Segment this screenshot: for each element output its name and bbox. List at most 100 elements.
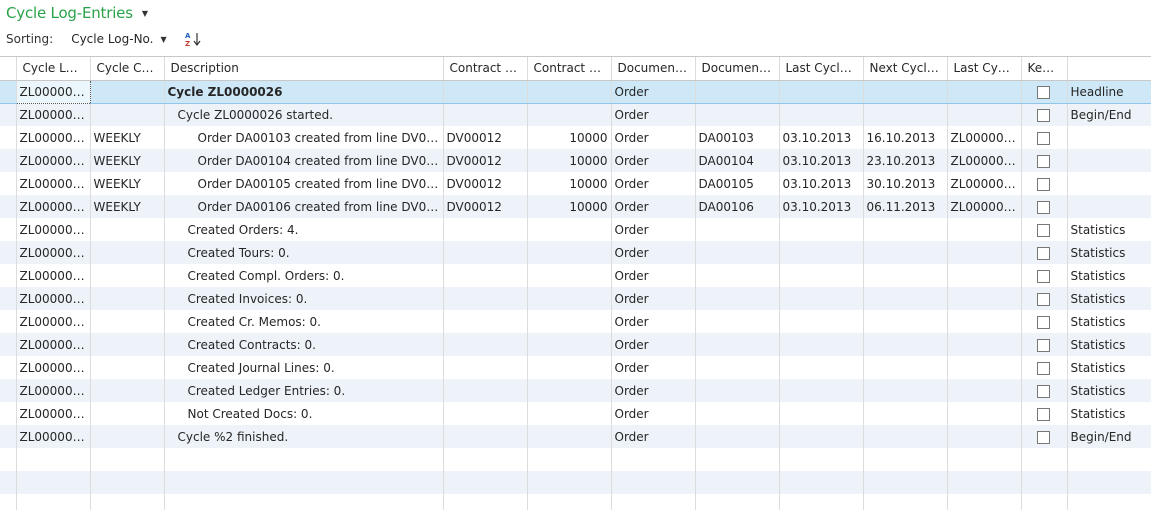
row-selector[interactable] [0, 195, 17, 218]
empty-cell [90, 494, 165, 510]
cell-entry-type [1067, 126, 1151, 149]
column-header-document-no[interactable]: Document ... [695, 57, 780, 81]
table-row[interactable]: ZL0000026 Cycle ZL0000026 started. Order Be… [0, 103, 1151, 126]
column-header-description[interactable]: Description [164, 57, 444, 81]
empty-cell [0, 448, 17, 471]
cell-next-cycle-date [863, 356, 948, 379]
column-header-keep[interactable]: Kee... [1021, 57, 1068, 81]
keep-checkbox[interactable] [1036, 154, 1050, 168]
column-header-document-type[interactable]: Document ... [611, 57, 696, 81]
cell-contract-no: DV00012 [443, 172, 528, 195]
keep-checkbox[interactable] [1036, 384, 1050, 398]
table-row[interactable]: ZL0000026 Created Contracts: 0. Order Stati… [0, 333, 1151, 356]
table-row[interactable]: ZL0000026 Created Journal Lines: 0. Order S… [0, 356, 1151, 379]
row-selector[interactable] [0, 126, 17, 149]
keep-checkbox[interactable] [1036, 292, 1050, 306]
table-row[interactable]: ZL0000026 Created Orders: 4. Order Statisti… [0, 218, 1151, 241]
cell-cycle-code [90, 264, 165, 287]
keep-checkbox[interactable] [1036, 430, 1050, 444]
cell-description: Order DA00103 created from line DV00012. [164, 126, 444, 149]
cell-next-cycle-date [863, 402, 948, 425]
keep-checkbox[interactable] [1036, 315, 1050, 329]
keep-checkbox[interactable] [1036, 407, 1050, 421]
keep-checkbox[interactable] [1036, 131, 1050, 145]
cell-document-no [695, 356, 780, 379]
row-selector[interactable] [0, 333, 17, 356]
row-selector[interactable] [0, 425, 17, 448]
column-header-last-cycle-log[interactable]: Last Cycl... [947, 57, 1022, 81]
cell-contract-line [527, 241, 612, 264]
row-selector[interactable] [0, 402, 17, 425]
row-selector[interactable] [0, 310, 17, 333]
cell-contract-line [527, 79, 612, 104]
empty-cell [695, 471, 780, 494]
row-selector[interactable] [0, 379, 17, 402]
row-selector[interactable] [0, 241, 17, 264]
row-selector[interactable] [0, 264, 17, 287]
table-row[interactable]: ZL0000026 Created Ledger Entries: 0. Order… [0, 379, 1151, 402]
column-header-entry-type[interactable] [1067, 57, 1151, 81]
svg-text:A: A [185, 32, 191, 40]
table-row[interactable]: ZL0000026 Created Tours: 0. Order Statistic… [0, 241, 1151, 264]
row-selector[interactable] [0, 149, 17, 172]
table-row[interactable]: ZL0000026 WEEKLY Order DA00103 created fro… [0, 126, 1151, 149]
cell-cycle-code [90, 402, 165, 425]
table-row[interactable]: ZL0000026 WEEKLY Order DA00105 created fro… [0, 172, 1151, 195]
cell-last-cycle-log [947, 264, 1022, 287]
keep-checkbox[interactable] [1036, 200, 1050, 214]
column-header-cycle-log-no[interactable]: Cycle Log... [16, 57, 91, 81]
row-selector[interactable] [0, 103, 17, 126]
row-selector[interactable] [0, 287, 17, 310]
keep-checkbox[interactable] [1036, 108, 1050, 122]
keep-checkbox[interactable] [1036, 246, 1050, 260]
table-row[interactable]: ZL0000026 Created Compl. Orders: 0. Order S… [0, 264, 1151, 287]
cell-contract-line: 10000 [527, 149, 612, 172]
table-row[interactable]: ZL0000026 Created Cr. Memos: 0. Order Stati… [0, 310, 1151, 333]
cell-description: Order DA00105 created from line DV00012. [164, 172, 444, 195]
cell-cycle-code: WEEKLY [90, 172, 165, 195]
empty-cell [947, 471, 1022, 494]
page-title[interactable]: Cycle Log-Entries ▼ [6, 3, 148, 23]
row-selector[interactable] [0, 172, 17, 195]
cell-last-cycle-log [947, 333, 1022, 356]
cell-document-type: Order [611, 195, 696, 218]
keep-checkbox[interactable] [1036, 338, 1050, 352]
empty-cell [0, 471, 17, 494]
sorting-dropdown[interactable]: Cycle Log-No. ▼ [71, 32, 166, 46]
cell-cycle-code: WEEKLY [90, 149, 165, 172]
column-header-cycle-code[interactable]: Cycle Code [90, 57, 165, 81]
cell-document-no [695, 287, 780, 310]
cell-next-cycle-date [863, 218, 948, 241]
caret-down-icon[interactable]: ▼ [142, 9, 148, 18]
keep-checkbox[interactable] [1036, 177, 1050, 191]
cell-cycle-log-no: ZL0000026 [16, 218, 91, 241]
sorting-bar: Sorting: Cycle Log-No. ▼ A Z [6, 30, 204, 48]
keep-checkbox[interactable] [1036, 361, 1050, 375]
cell-document-type: Order [611, 218, 696, 241]
keep-checkbox[interactable] [1036, 269, 1050, 283]
table-row[interactable]: ZL0000026 Cycle %2 finished. Order Begin/En… [0, 425, 1151, 448]
cell-document-type: Order [611, 172, 696, 195]
table-row[interactable]: ZL0000026 Not Created Docs: 0. Order Statis… [0, 402, 1151, 425]
row-selector[interactable] [0, 218, 17, 241]
column-header-last-cycle-date[interactable]: Last Cycle ... [779, 57, 864, 81]
cell-document-no: DA00103 [695, 126, 780, 149]
cell-next-cycle-date: 23.10.2013 [863, 149, 948, 172]
cell-contract-no: DV00012 [443, 195, 528, 218]
cell-last-cycle-date [779, 356, 864, 379]
column-header-contract-line[interactable]: Contract Li... [527, 57, 612, 81]
table-row[interactable]: ZL0000026 WEEKLY Order DA00104 created fro… [0, 149, 1151, 172]
keep-checkbox[interactable] [1036, 85, 1050, 99]
cell-next-cycle-date [863, 287, 948, 310]
column-header-next-cycle-date[interactable]: Next Cycle ... [863, 57, 948, 81]
keep-checkbox[interactable] [1036, 223, 1050, 237]
sort-az-icon[interactable]: A Z [184, 31, 204, 47]
table-row[interactable]: ZL0000026 Cycle ZL0000026 Order Headline [0, 79, 1151, 104]
cell-next-cycle-date: 16.10.2013 [863, 126, 948, 149]
table-row[interactable]: ZL0000026 Created Invoices: 0. Order Statis… [0, 287, 1151, 310]
column-header-contract-no[interactable]: Contract No. [443, 57, 528, 81]
cell-cycle-log-no: ZL0000026 [16, 425, 91, 448]
row-selector[interactable] [0, 356, 17, 379]
table-row[interactable]: ZL0000026 WEEKLY Order DA00106 created fro… [0, 195, 1151, 218]
row-selector[interactable] [0, 79, 17, 104]
